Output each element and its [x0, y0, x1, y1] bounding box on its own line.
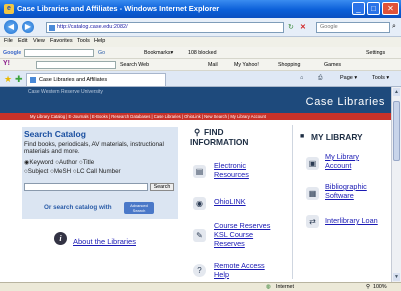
find-info-heading-line2: INFORMATION — [190, 137, 249, 147]
tab-case-libraries[interactable]: Case Libraries and Affiliates — [26, 73, 166, 86]
subject-label: Subject — [27, 168, 49, 175]
ie-icon: e — [4, 4, 14, 14]
tab-bar: ★ ✚ Case Libraries and Affiliates ⌂ ⎙ Pa… — [0, 71, 401, 87]
my-library-account-link-2[interactable]: Account — [325, 161, 351, 171]
ohiolink-icon: ◉ — [193, 197, 206, 210]
settings-button[interactable]: Settings — [366, 50, 385, 56]
search-icon[interactable]: ⌕ — [392, 21, 396, 32]
yahoo-toolbar: Y! Search Web Mail My Yahoo! Shopping Ga… — [0, 59, 401, 71]
interlibrary-loan-link[interactable]: Interlibrary Loan — [325, 216, 378, 226]
find-info-heading-line1: FIND — [204, 127, 224, 137]
search-catalog-description: Find books, periodicals, AV materials, i… — [24, 141, 164, 155]
google-toolbar: Google Go Bookmarks▾ 108 blocked Setting… — [0, 47, 401, 59]
find-info-heading-icon: ⚲ — [194, 127, 201, 137]
refresh-icon[interactable]: ↻ — [288, 22, 294, 33]
advanced-search-button[interactable]: Advanced Search — [124, 202, 154, 214]
library-links-bar[interactable]: My Library Catalog | E-Journals | E-Book… — [0, 113, 391, 120]
about-libraries-link[interactable]: About the Libraries — [73, 237, 136, 246]
popup-blocked[interactable]: 108 blocked — [188, 50, 217, 56]
yahoo-search-web-button[interactable]: Search Web — [120, 62, 149, 68]
electronic-resources-icon: ▤ — [193, 165, 206, 178]
zoom-level[interactable]: 100% — [373, 284, 387, 290]
forward-button[interactable]: ▶ — [22, 21, 34, 33]
author-label: Author — [58, 159, 78, 166]
scroll-down-icon[interactable]: ▼ — [393, 273, 400, 281]
electronic-resources-link-2[interactable]: Resources — [214, 170, 249, 180]
search-catalog-heading: Search Catalog — [24, 129, 86, 139]
address-toolbar: ◀ ▶ http://catalog.case.edu:2082/ ↻ ✕ Go… — [0, 18, 401, 37]
back-button[interactable]: ◀ — [4, 20, 18, 34]
ohiolink-link[interactable]: OhioLINK — [214, 197, 246, 207]
address-url: http://catalog.case.edu:2082/ — [57, 24, 128, 30]
google-go-button[interactable]: Go — [98, 50, 105, 56]
page-menu[interactable]: Page ▾ — [340, 75, 357, 81]
yahoo-games[interactable]: Games — [324, 62, 341, 68]
info-icon: i — [54, 232, 67, 245]
bibliographic-icon: ▦ — [306, 187, 319, 200]
column-divider — [292, 125, 293, 279]
catalog-search-input[interactable] — [24, 183, 148, 191]
menu-file[interactable]: File — [4, 38, 13, 44]
bookmarks-button[interactable]: Bookmarks▾ — [144, 50, 173, 56]
scroll-up-icon[interactable]: ▲ — [393, 88, 400, 96]
vertical-scrollbar[interactable]: ▲ ▼ — [391, 87, 401, 282]
status-bar: ◍ Internet ⚲ 100% — [0, 282, 401, 291]
print-icon[interactable]: ⎙ — [318, 75, 322, 82]
page-icon — [30, 77, 36, 83]
google-logo: Google — [3, 50, 22, 56]
my-library-heading-icon: ■ — [300, 133, 305, 140]
maximize-button[interactable]: □ — [367, 2, 380, 15]
yahoo-my-yahoo[interactable]: My Yahoo! — [234, 62, 259, 68]
menu-edit[interactable]: Edit — [18, 38, 27, 44]
yahoo-logo: Y! — [3, 60, 10, 67]
window-title: Case Libraries and Affiliates - Windows … — [17, 4, 220, 13]
zoom-icon: ⚲ — [366, 284, 370, 290]
help-icon: ? — [193, 264, 206, 277]
yahoo-search-input[interactable] — [36, 61, 116, 69]
minimize-button[interactable]: _ — [352, 2, 365, 15]
menu-favorites[interactable]: Favorites — [50, 38, 73, 44]
site-banner: Case Western Reserve University Case Lib… — [0, 87, 391, 113]
google-search-input[interactable] — [24, 49, 94, 57]
tools-menu[interactable]: Tools ▾ — [372, 75, 389, 81]
or-search-text: Or search catalog with — [44, 204, 112, 211]
menu-help[interactable]: Help — [94, 38, 105, 44]
home-icon[interactable]: ⌂ — [300, 75, 303, 81]
scrollbar-thumb[interactable] — [393, 101, 400, 161]
lc-call-number-label: LC Call Number — [76, 168, 121, 175]
bibliographic-software-link-2[interactable]: Software — [325, 191, 354, 201]
page-content: Case Western Reserve University Case Lib… — [0, 87, 401, 282]
menu-tools[interactable]: Tools — [77, 38, 90, 44]
menu-bar: File Edit View Favorites Tools Help — [0, 37, 401, 47]
tab-label: Case Libraries and Affiliates — [39, 77, 108, 83]
address-input[interactable]: http://catalog.case.edu:2082/ — [46, 22, 284, 33]
ksl-course-link-2[interactable]: Reserves — [214, 239, 245, 249]
add-favorites-icon[interactable]: ✚ — [15, 74, 23, 85]
title-label: Title — [82, 159, 95, 166]
window-title-bar: e Case Libraries and Affiliates - Window… — [0, 0, 401, 18]
course-reserves-icon: ✎ — [193, 229, 206, 242]
keyword-label: Keyword — [29, 159, 54, 166]
yahoo-shopping[interactable]: Shopping — [278, 62, 300, 68]
interlibrary-icon: ⇄ — [306, 215, 319, 228]
favorites-star-icon[interactable]: ★ — [4, 74, 12, 85]
site-name: Case Libraries — [305, 96, 385, 108]
yahoo-mail[interactable]: Mail — [208, 62, 218, 68]
internet-zone-label: Internet — [276, 284, 294, 290]
catalog-search-button[interactable]: Search — [150, 183, 174, 191]
close-button[interactable]: ✕ — [382, 2, 399, 15]
internet-zone-icon: ◍ — [266, 284, 271, 290]
page-icon — [49, 25, 55, 31]
search-input[interactable]: Google — [316, 22, 390, 33]
banner-top-link[interactable]: Case Western Reserve University — [28, 89, 103, 95]
account-icon: ▣ — [306, 157, 319, 170]
menu-view[interactable]: View — [33, 38, 45, 44]
remote-access-link-2[interactable]: Help — [214, 270, 229, 280]
stop-icon[interactable]: ✕ — [300, 22, 306, 33]
mesh-label: MeSH — [53, 168, 72, 175]
search-catalog-panel: Search Catalog Find books, periodicals, … — [22, 127, 178, 219]
my-library-heading: MY LIBRARY — [311, 132, 363, 142]
